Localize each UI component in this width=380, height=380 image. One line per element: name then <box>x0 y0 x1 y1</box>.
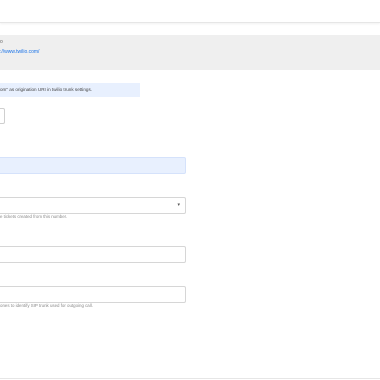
text-input-2[interactable] <box>0 286 186 303</box>
chevron-down-icon[interactable]: ▾ <box>177 202 180 208</box>
bottom-divider <box>0 378 380 379</box>
highlighted-input[interactable] <box>0 157 186 174</box>
tickets-help-text: e tickets created from this number. <box>0 214 68 219</box>
top-bar <box>0 0 380 23</box>
info-banner: o ://www.twilio.com/ <box>0 35 380 70</box>
note-text: om" as origination URI in twilio trunk s… <box>0 87 93 92</box>
banner-url-link[interactable]: ://www.twilio.com/ <box>0 49 39 55</box>
origination-uri-note: om" as origination URI in twilio trunk s… <box>0 83 140 97</box>
banner-title: o <box>0 39 3 45</box>
outgoing-help-text: ones to identify SIP trunk used for outg… <box>0 303 93 308</box>
text-input-1[interactable] <box>0 246 186 263</box>
dropdown-select[interactable]: ▾ <box>0 197 186 214</box>
small-button[interactable] <box>0 108 5 124</box>
